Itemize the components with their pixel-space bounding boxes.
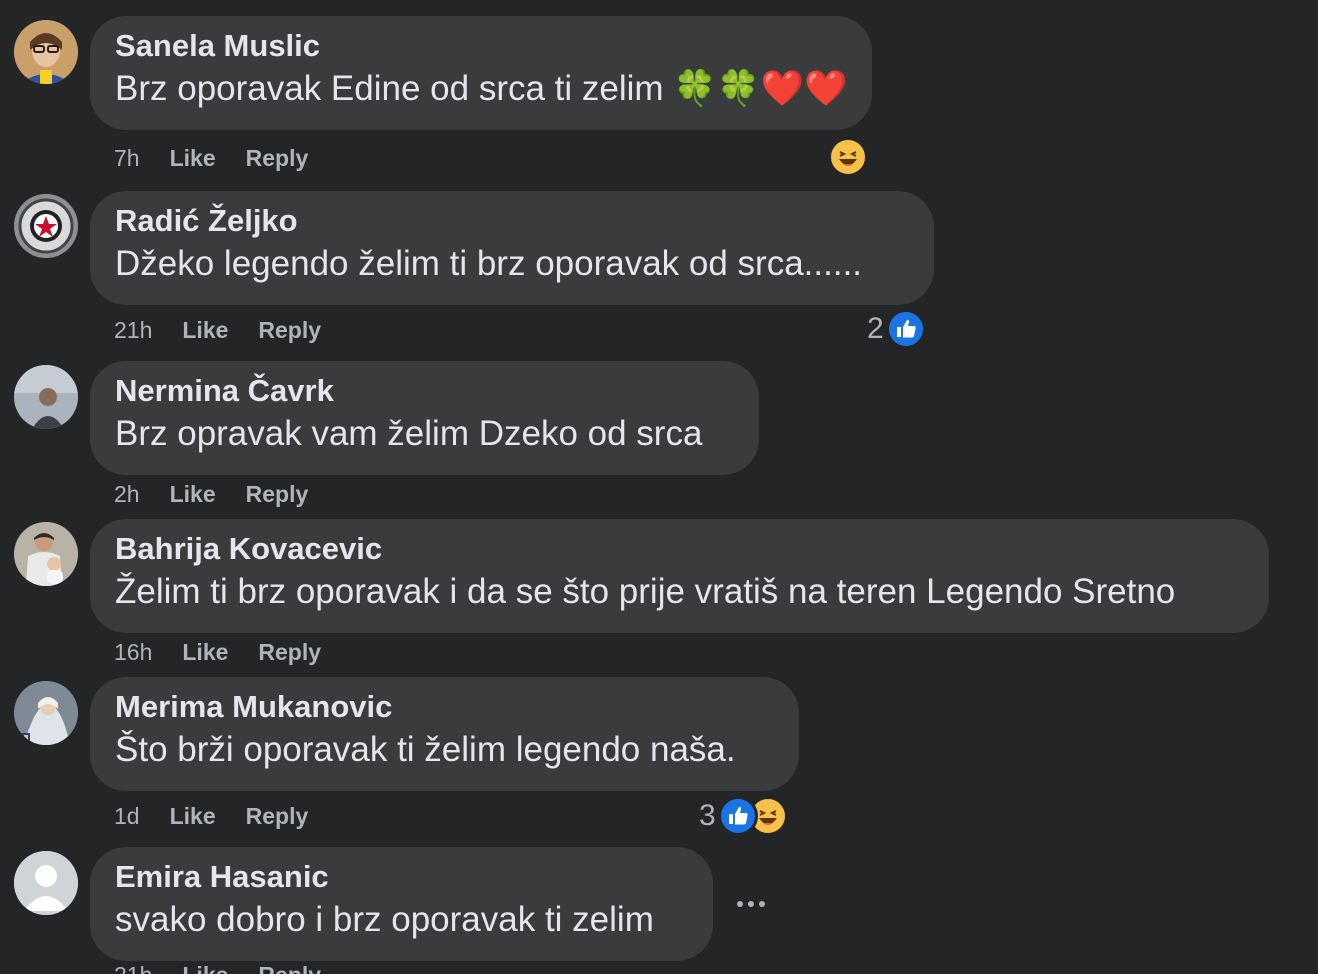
avatar[interactable] <box>14 851 78 915</box>
reaction-count: 2 <box>867 312 884 345</box>
comment-time[interactable]: 16h <box>114 639 152 665</box>
haha-icon <box>828 137 868 177</box>
avatar[interactable] <box>14 365 78 429</box>
reaction-summary[interactable]: 3 <box>699 796 788 836</box>
like-icon <box>717 796 758 836</box>
comment-text: Želim ti brz oporavak i da se što prije … <box>115 572 1176 611</box>
like-button[interactable]: Like <box>182 962 228 974</box>
comment-bubble: Radić Željko Džeko legendo želim ti brz … <box>90 191 934 305</box>
comment-author[interactable]: Radić Željko <box>115 203 908 239</box>
comment-text: Brz opravak vam želim Dzeko od srca <box>115 414 703 453</box>
like-button[interactable]: Like <box>170 145 216 171</box>
comment-time[interactable]: 7h <box>114 145 140 171</box>
like-button[interactable]: Like <box>170 803 216 829</box>
avatar[interactable] <box>14 522 78 586</box>
like-button[interactable]: Like <box>182 639 228 665</box>
comment-author[interactable]: Bahrija Kovacevic <box>115 531 1243 567</box>
comment-bubble: Nermina Čavrk Brz opravak vam želim Dzek… <box>90 361 759 475</box>
comment-time[interactable]: 2h <box>114 481 140 507</box>
reply-button[interactable]: Reply <box>258 317 321 343</box>
comment-time[interactable]: 21h <box>114 962 152 974</box>
comment-actions: 1d Like Reply <box>114 802 338 830</box>
comment-bubble: Sanela Muslic Brz oporavak Edine od srca… <box>90 16 872 130</box>
avatar[interactable] <box>14 194 78 258</box>
comment-bubble: Merima Mukanovic Što brži oporavak ti že… <box>90 677 799 791</box>
comment-time[interactable]: 21h <box>114 317 152 343</box>
reaction-summary[interactable] <box>828 137 868 177</box>
comment-bubble: Bahrija Kovacevic Želim ti brz oporavak … <box>90 519 1269 633</box>
reaction-count: 3 <box>699 799 716 832</box>
more-options-icon <box>759 901 765 907</box>
comment-text: Džeko legendo želim ti brz oporavak od s… <box>115 244 863 283</box>
comment-actions: 2h Like Reply <box>114 480 338 508</box>
reply-button[interactable]: Reply <box>246 481 309 507</box>
comment-text: svako dobro i brz oporavak ti zelim <box>115 900 654 939</box>
comment-actions: 7h Like Reply <box>114 144 338 172</box>
more-options-button[interactable] <box>734 890 768 918</box>
comment-text: Brz oporavak Edine od srca ti zelim 🍀🍀❤️… <box>115 69 848 108</box>
reply-button[interactable]: Reply <box>246 803 309 829</box>
reply-button[interactable]: Reply <box>258 962 321 974</box>
comment-time[interactable]: 1d <box>114 803 140 829</box>
comment-author[interactable]: Sanela Muslic <box>115 28 846 64</box>
comment-author[interactable]: Nermina Čavrk <box>115 373 733 409</box>
like-button[interactable]: Like <box>170 481 216 507</box>
like-button[interactable]: Like <box>182 317 228 343</box>
comment-bubble: Emira Hasanic svako dobro i brz oporavak… <box>90 847 713 961</box>
like-icon <box>885 309 926 349</box>
comment-actions: 21h Like Reply <box>114 316 351 344</box>
avatar[interactable] <box>14 681 78 745</box>
avatar[interactable] <box>14 20 78 84</box>
reply-button[interactable]: Reply <box>246 145 309 171</box>
comment-author[interactable]: Merima Mukanovic <box>115 689 773 725</box>
comment-text: Što brži oporavak ti želim legendo naša. <box>115 730 736 769</box>
comment-actions: 16h Like Reply <box>114 638 351 666</box>
more-options-icon <box>737 901 743 907</box>
comment-author[interactable]: Emira Hasanic <box>115 859 687 895</box>
comment-actions: 21h Like Reply <box>114 962 321 974</box>
more-options-icon <box>748 901 754 907</box>
reply-button[interactable]: Reply <box>258 639 321 665</box>
reaction-summary[interactable]: 2 <box>867 309 926 349</box>
